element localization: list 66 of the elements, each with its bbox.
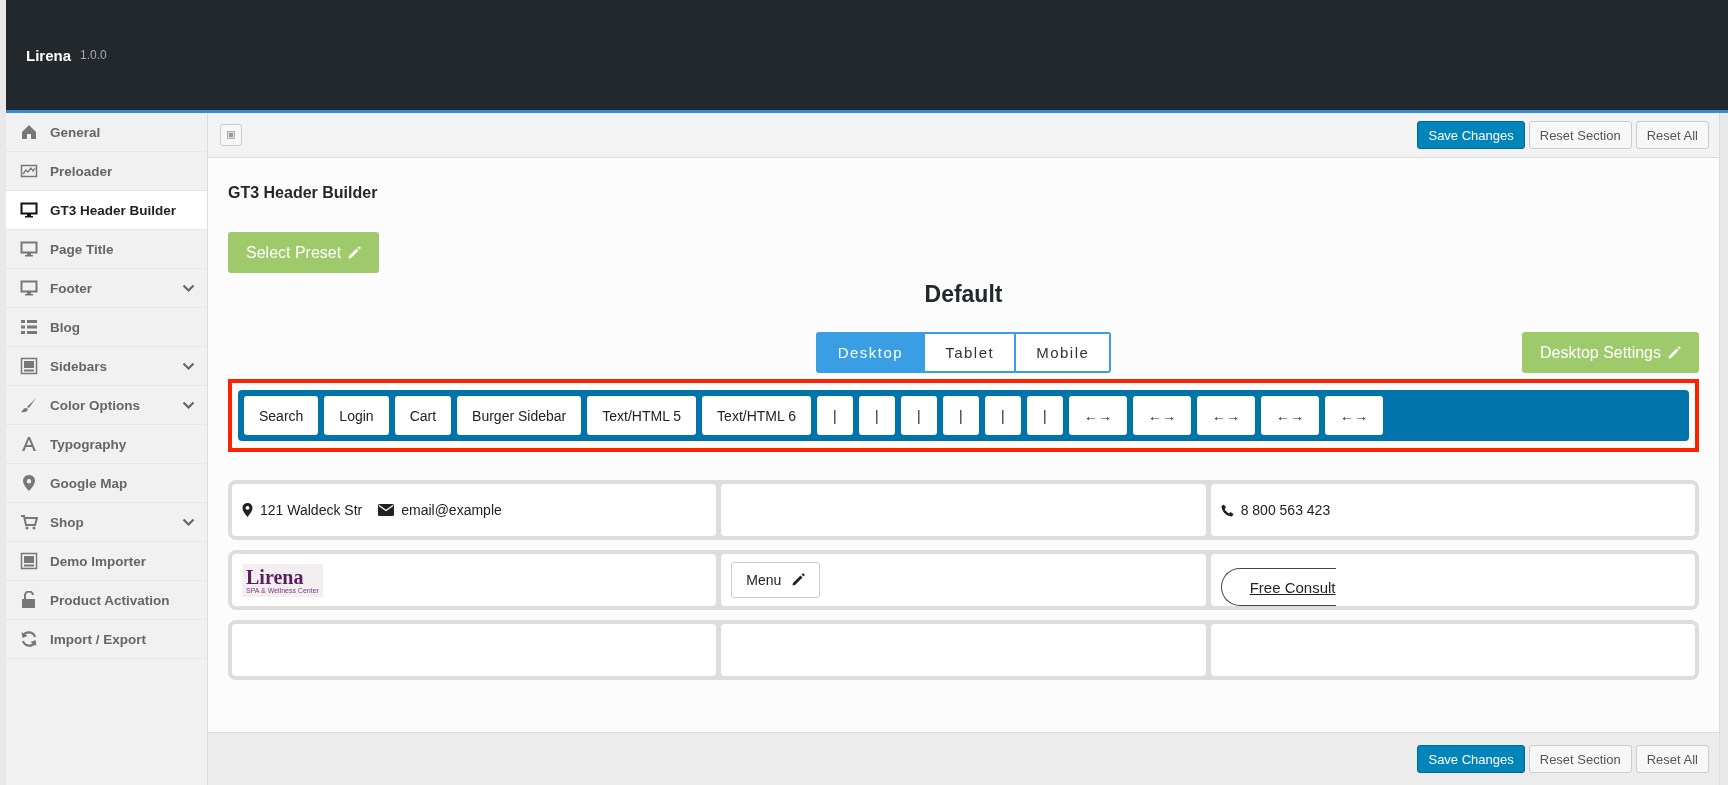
preset-name: Default: [924, 281, 1003, 308]
element-chip[interactable]: |: [816, 396, 853, 435]
element-chip[interactable]: ←→: [1068, 396, 1127, 435]
sidebar-item[interactable]: Import / Export: [6, 620, 207, 659]
sidebar-item[interactable]: Shop: [6, 503, 207, 542]
phone-text: 8 800 563 423: [1220, 502, 1331, 518]
pencil-icon: [791, 573, 806, 587]
monitor-icon: [20, 240, 38, 258]
element-chip[interactable]: Login: [324, 396, 389, 435]
element-chip[interactable]: Text/HTML 5: [587, 396, 697, 435]
element-chip[interactable]: ←→: [1260, 396, 1319, 435]
email-text: email@example: [378, 502, 502, 518]
sidebar-item[interactable]: Product Activation: [6, 581, 207, 620]
element-chip[interactable]: |: [984, 396, 1021, 435]
save-button[interactable]: Save Changes: [1417, 745, 1525, 773]
map-pin-icon: [20, 474, 38, 492]
reset-button[interactable]: Reset Section: [1528, 745, 1632, 773]
sidebar-item[interactable]: Typography: [6, 425, 207, 464]
menu-button[interactable]: Menu: [731, 562, 821, 598]
pencil-icon: [347, 245, 362, 260]
panel-icon: [227, 128, 235, 142]
monitor-icon: [20, 279, 38, 297]
sidebar-item[interactable]: Demo Importer: [6, 542, 207, 581]
map-pin-icon: [242, 503, 253, 517]
app-name: Lirena: [26, 46, 71, 64]
sidebar-item[interactable]: Color Options: [6, 386, 207, 425]
phone-icon: [1220, 503, 1234, 517]
address-text: 121 Waldeck Str: [242, 502, 363, 518]
section-title: GT3 Header Builder: [228, 184, 379, 202]
element-chip[interactable]: ←→: [1196, 396, 1255, 435]
window-icon: [20, 552, 38, 570]
app-version: 1.0.0: [80, 48, 107, 62]
list-icon: [20, 318, 38, 336]
sidebar-item[interactable]: General: [6, 113, 207, 152]
sidebar-item[interactable]: Google Map: [6, 464, 207, 503]
layout-toggle-button[interactable]: [220, 124, 242, 146]
element-chip[interactable]: Text/HTML 6: [702, 396, 811, 435]
envelope-icon: [378, 504, 395, 516]
sidebar-item[interactable]: Page Title: [6, 230, 207, 269]
chart-icon: [20, 162, 38, 180]
monitor-icon: [20, 201, 38, 219]
element-chip[interactable]: |: [1026, 396, 1063, 435]
reset-button[interactable]: Reset Section: [1528, 121, 1632, 149]
element-chip[interactable]: ←→: [1324, 396, 1383, 435]
refresh-icon: [20, 630, 38, 648]
element-chip[interactable]: Cart: [394, 396, 452, 435]
window-icon: [20, 357, 38, 375]
sidebar-item[interactable]: Blog: [6, 308, 207, 347]
reset-button[interactable]: Reset All: [1635, 121, 1709, 149]
element-chip[interactable]: ←→: [1132, 396, 1191, 435]
element-chip[interactable]: |: [858, 396, 895, 435]
consult-button[interactable]: Free Consult: [1220, 568, 1336, 606]
cart-icon: [20, 513, 38, 531]
element-chip[interactable]: |: [942, 396, 979, 435]
element-chip[interactable]: |: [900, 396, 937, 435]
home-icon: [20, 123, 38, 141]
unlocked-padlock-icon: [20, 591, 38, 609]
sidebar-item[interactable]: Sidebars: [6, 347, 207, 386]
pencil-icon: [1667, 345, 1681, 360]
reset-button[interactable]: Reset All: [1635, 745, 1709, 773]
element-chip[interactable]: Search: [244, 396, 319, 435]
element-chip[interactable]: Burger Sidebar: [457, 396, 582, 435]
save-button[interactable]: Save Changes: [1417, 121, 1525, 149]
sidebar-item[interactable]: GT3 Header Builder: [6, 191, 207, 230]
sidebar-item[interactable]: Footer: [6, 269, 207, 308]
typography-icon: [20, 435, 38, 453]
